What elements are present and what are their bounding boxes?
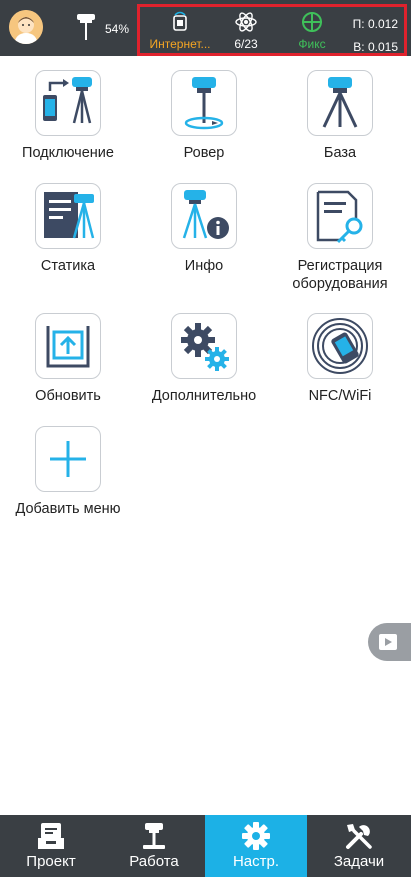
status-bar: 54% Интернет... 6/23 Фикс П: 0.012 В: 0.…: [0, 0, 411, 56]
static-document-icon: [44, 192, 95, 239]
user-avatar[interactable]: [9, 10, 43, 44]
tools-icon: [346, 824, 372, 849]
gears-icon: [181, 323, 229, 371]
precision-vertical: В: 0.015: [353, 40, 398, 54]
precision-horizontal: П: 0.012: [352, 17, 398, 31]
floating-video-button[interactable]: [368, 623, 411, 661]
plus-icon: [50, 441, 86, 477]
info-receiver-icon: [182, 190, 229, 239]
atom-satellite-icon: [235, 12, 257, 32]
phone-signal-icon: [173, 11, 187, 31]
registration-key-icon: [316, 190, 363, 244]
battery-level: 54%: [105, 22, 130, 36]
receiver-icon[interactable]: [74, 12, 98, 42]
work-receiver-icon: [143, 823, 165, 849]
crosshair-icon: [302, 12, 322, 32]
satellite-count: 6/23: [234, 37, 258, 51]
project-tray-icon: [38, 823, 64, 849]
settings-gear-icon: [242, 822, 270, 850]
user-avatar-icon: [9, 10, 43, 44]
gnss-status-panel[interactable]: Интернет... 6/23 Фикс П: 0.012 В: 0.015: [137, 4, 407, 56]
nav-label: Работа: [129, 853, 179, 870]
menu-label: База: [323, 145, 357, 161]
nav-label: Настр.: [232, 853, 280, 870]
nav-settings[interactable]: Настр.: [205, 815, 307, 877]
play-icon: [379, 634, 397, 650]
upload-update-icon: [46, 326, 90, 368]
menu-label: Ровер: [183, 145, 225, 161]
nav-work[interactable]: Работа: [103, 815, 205, 877]
nav-label: Проект: [26, 853, 76, 870]
fix-label: Фикс: [298, 37, 326, 51]
menu-label: Дополнительно: [151, 388, 257, 404]
rover-icon: [184, 77, 224, 130]
nav-label: Задачи: [333, 853, 385, 870]
menu-label: Статика: [40, 258, 96, 274]
nav-tasks[interactable]: Задачи: [308, 815, 410, 877]
menu-label: Обновить: [35, 388, 101, 404]
menu-label: Инфо: [184, 258, 224, 274]
internet-label: Интернет...: [149, 37, 211, 51]
menu-label: NFC/WiFi: [308, 388, 372, 404]
nav-project[interactable]: Проект: [0, 815, 102, 877]
menu-label: Регистрация оборудования: [292, 258, 388, 292]
menu-label: Добавить меню: [15, 501, 121, 517]
nfc-phone-icon: [312, 318, 368, 374]
bottom-navigation: Проект Работа Настр. Задачи: [0, 815, 411, 877]
precision-readout: П: 0.012 В: 0.015: [353, 13, 398, 59]
menu-label: Подключение: [22, 145, 114, 161]
base-tripod-icon: [322, 77, 358, 128]
connection-icon: [43, 77, 92, 124]
